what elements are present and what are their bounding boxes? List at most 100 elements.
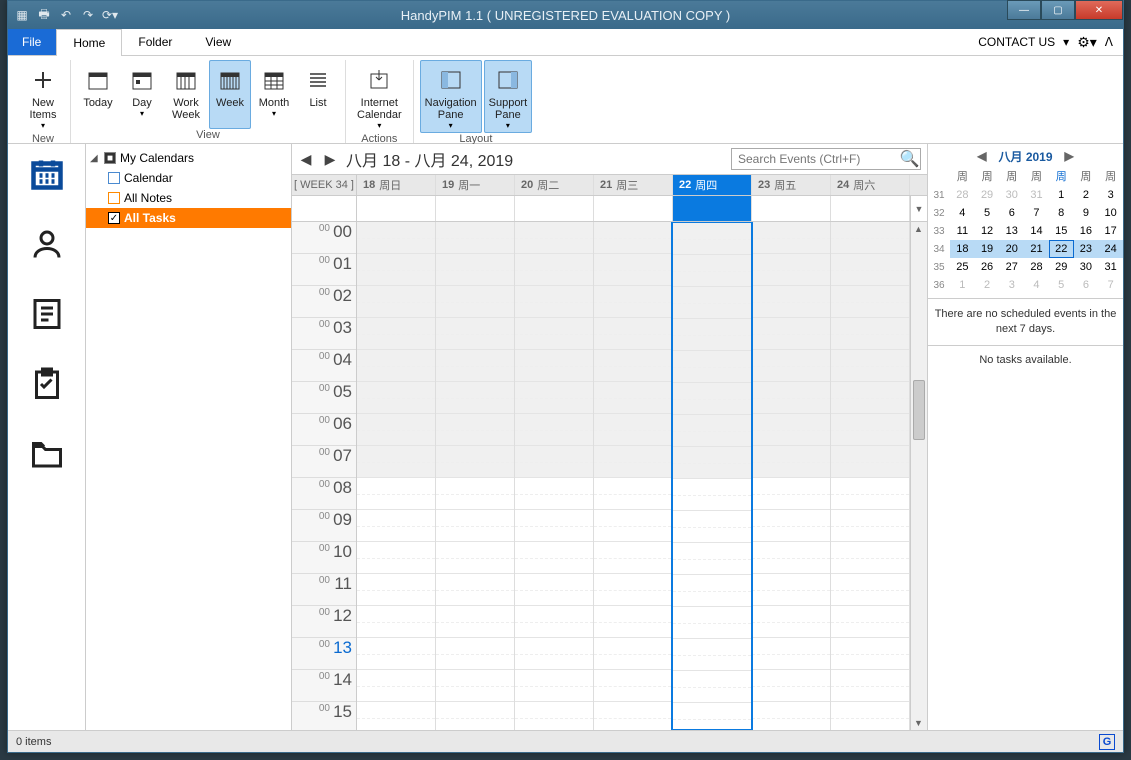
minical-day[interactable]: 13 xyxy=(999,222,1024,240)
nav-contacts-icon[interactable] xyxy=(27,224,67,264)
minical-day[interactable]: 4 xyxy=(950,204,975,222)
workweek-button[interactable]: Work Week xyxy=(165,60,207,129)
minical-day[interactable]: 31 xyxy=(1024,186,1049,204)
allday-cell[interactable] xyxy=(673,196,752,221)
day-header[interactable]: 23周五 xyxy=(752,175,831,195)
week-button[interactable]: Week xyxy=(209,60,251,129)
allday-expand-icon[interactable]: ▼ xyxy=(910,196,927,221)
day-header[interactable]: 19周一 xyxy=(436,175,515,195)
settings-gear-icon[interactable]: ⚙▾ xyxy=(1077,34,1097,51)
day-header[interactable]: 20周二 xyxy=(515,175,594,195)
minical-next-button[interactable]: ▶ xyxy=(1059,149,1080,163)
minical-day[interactable]: 4 xyxy=(1024,276,1049,294)
minical-day[interactable]: 10 xyxy=(1098,204,1123,222)
minical-prev-button[interactable]: ◀ xyxy=(971,149,992,163)
cal-next-button[interactable]: ▶ xyxy=(322,149,338,169)
navigation-pane-button[interactable]: Navigation Pane▾ xyxy=(420,60,482,133)
tree-root-checkbox[interactable]: ■ xyxy=(104,152,116,164)
minical-day[interactable]: 20 xyxy=(999,240,1024,258)
minical-day[interactable]: 15 xyxy=(1049,222,1074,240)
minical-day[interactable]: 3 xyxy=(999,276,1024,294)
minical-day[interactable]: 23 xyxy=(1074,240,1099,258)
day-column[interactable] xyxy=(752,222,831,730)
minical-day[interactable]: 8 xyxy=(1049,204,1074,222)
menu-home[interactable]: Home xyxy=(56,29,122,56)
collapse-ribbon-icon[interactable]: ᐱ xyxy=(1105,35,1113,49)
allday-cell[interactable] xyxy=(515,196,594,221)
tree-collapse-icon[interactable]: ◢ xyxy=(90,153,100,164)
titlebar-refresh-icon[interactable]: ⟳▾ xyxy=(102,7,118,23)
minical-day[interactable]: 3 xyxy=(1098,186,1123,204)
minical-day[interactable]: 27 xyxy=(999,258,1024,276)
allday-cell[interactable] xyxy=(831,196,910,221)
menu-view[interactable]: View xyxy=(189,29,248,55)
minical-day[interactable]: 2 xyxy=(1074,186,1099,204)
contact-link[interactable]: CONTACT US xyxy=(978,35,1055,49)
tree-alltasks[interactable]: ✓ All Tasks xyxy=(86,208,291,228)
minical-day[interactable]: 2 xyxy=(975,276,1000,294)
minical-day[interactable]: 12 xyxy=(975,222,1000,240)
support-pane-button[interactable]: Support Pane▾ xyxy=(484,60,533,133)
nav-calendar-icon[interactable] xyxy=(27,154,67,194)
minical-day[interactable]: 16 xyxy=(1074,222,1099,240)
tree-alltasks-checkbox[interactable]: ✓ xyxy=(108,212,120,224)
allday-cell[interactable] xyxy=(752,196,831,221)
tree-allnotes[interactable]: All Notes xyxy=(86,188,291,208)
minical-day[interactable]: 1 xyxy=(1049,186,1074,204)
menu-file[interactable]: File xyxy=(8,29,56,55)
minical-day[interactable]: 29 xyxy=(1049,258,1074,276)
day-header[interactable]: 24周六 xyxy=(831,175,910,195)
minical-day[interactable]: 7 xyxy=(1098,276,1123,294)
search-icon[interactable]: 🔍 xyxy=(899,149,920,169)
minical-day[interactable]: 26 xyxy=(975,258,1000,276)
minical-day[interactable]: 21 xyxy=(1024,240,1049,258)
tree-allnotes-checkbox[interactable] xyxy=(108,192,120,204)
day-header[interactable]: 21周三 xyxy=(594,175,673,195)
allday-cell[interactable] xyxy=(357,196,436,221)
minical-day[interactable]: 1 xyxy=(950,276,975,294)
minical-day[interactable]: 6 xyxy=(999,204,1024,222)
minical-day[interactable]: 6 xyxy=(1074,276,1099,294)
minical-day[interactable]: 11 xyxy=(950,222,975,240)
tree-root[interactable]: ◢ ■ My Calendars xyxy=(86,148,291,168)
month-button[interactable]: Month▾ xyxy=(253,60,295,129)
minical-day[interactable]: 17 xyxy=(1098,222,1123,240)
search-input[interactable] xyxy=(732,152,899,166)
day-column[interactable] xyxy=(831,222,910,730)
day-column[interactable] xyxy=(594,222,673,730)
minical-day[interactable]: 9 xyxy=(1074,204,1099,222)
menu-folder[interactable]: Folder xyxy=(122,29,189,55)
minical-day[interactable]: 30 xyxy=(999,186,1024,204)
minical-day[interactable]: 5 xyxy=(1049,276,1074,294)
tree-calendar-checkbox[interactable] xyxy=(108,172,120,184)
allday-cell[interactable] xyxy=(594,196,673,221)
titlebar-undo-icon[interactable]: ↶ xyxy=(58,7,74,23)
list-button[interactable]: List xyxy=(297,60,339,129)
titlebar-print-icon[interactable]: 🖶 xyxy=(36,7,52,23)
tree-calendar[interactable]: Calendar xyxy=(86,168,291,188)
minical-day[interactable]: 5 xyxy=(975,204,1000,222)
nav-notes-icon[interactable] xyxy=(27,294,67,334)
nav-folders-icon[interactable] xyxy=(27,434,67,474)
day-button[interactable]: Day▾ xyxy=(121,60,163,129)
day-column[interactable] xyxy=(357,222,436,730)
status-indicator-icon[interactable]: G xyxy=(1099,734,1115,750)
titlebar-redo-icon[interactable]: ↷ xyxy=(80,7,96,23)
day-column[interactable] xyxy=(671,222,753,730)
scrollbar-thumb[interactable] xyxy=(913,380,925,440)
window-close-button[interactable]: ✕ xyxy=(1075,0,1123,20)
new-items-button[interactable]: New Items ▾ xyxy=(22,60,64,133)
window-minimize-button[interactable]: — xyxy=(1007,0,1041,20)
minical-day[interactable]: 7 xyxy=(1024,204,1049,222)
internet-calendar-button[interactable]: Internet Calendar▾ xyxy=(352,60,407,133)
day-column[interactable] xyxy=(515,222,594,730)
vertical-scrollbar[interactable] xyxy=(910,222,927,730)
titlebar-calendar-icon[interactable]: ▦ xyxy=(14,7,30,23)
minical-day[interactable]: 19 xyxy=(975,240,1000,258)
minical-day[interactable]: 31 xyxy=(1098,258,1123,276)
cal-prev-button[interactable]: ◀ xyxy=(298,149,314,169)
day-column[interactable] xyxy=(436,222,515,730)
minical-day[interactable]: 22 xyxy=(1049,240,1074,258)
minical-day[interactable]: 25 xyxy=(950,258,975,276)
window-maximize-button[interactable]: ▢ xyxy=(1041,0,1075,20)
